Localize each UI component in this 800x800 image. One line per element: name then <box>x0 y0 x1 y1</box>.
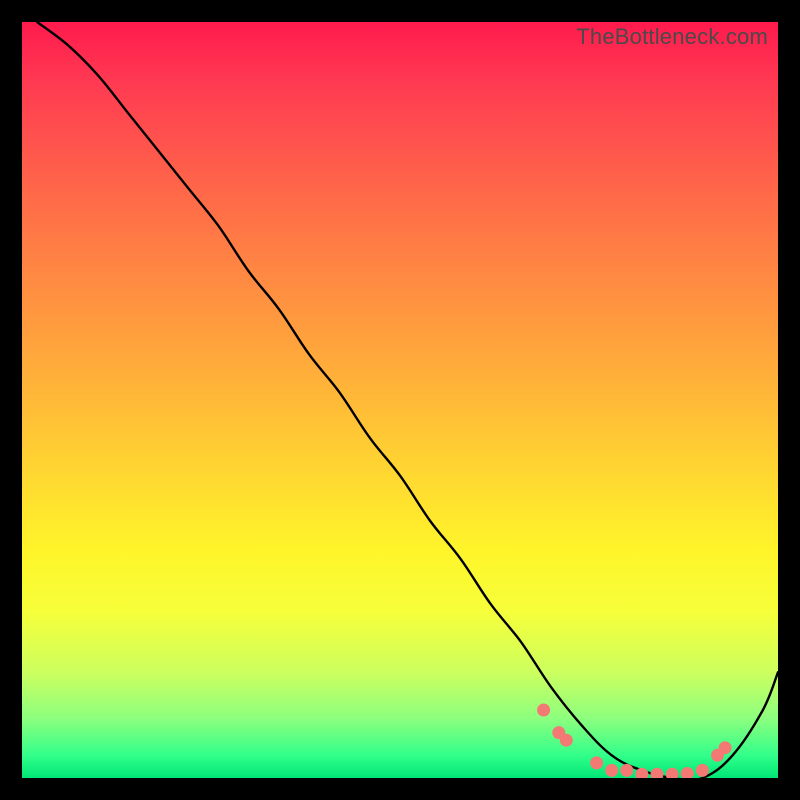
highlight-dot <box>696 764 709 777</box>
highlight-dot <box>537 704 550 717</box>
highlight-dot <box>666 768 679 778</box>
plot-area: TheBottleneck.com <box>22 22 778 778</box>
highlight-dot <box>681 767 694 778</box>
highlight-dot <box>560 734 573 747</box>
bottleneck-curve-line <box>37 22 778 778</box>
highlight-dot <box>719 741 732 754</box>
highlight-dot <box>620 764 633 777</box>
chart-svg <box>22 22 778 778</box>
highlight-dot <box>590 756 603 769</box>
chart-frame: TheBottleneck.com <box>0 0 800 800</box>
highlight-dot <box>605 764 618 777</box>
highlight-dot <box>651 768 664 778</box>
